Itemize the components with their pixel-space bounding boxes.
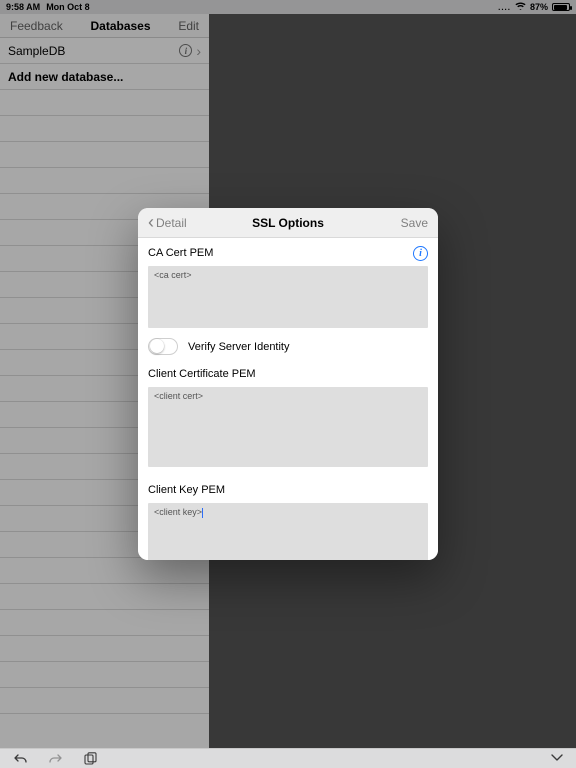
text-cursor: [202, 508, 203, 518]
back-label: Detail: [156, 216, 187, 230]
client-cert-label: Client Certificate PEM: [148, 368, 256, 380]
save-button[interactable]: Save: [401, 216, 428, 230]
client-key-value: <client key>: [154, 507, 202, 517]
client-key-section: Client Key PEM: [138, 475, 438, 501]
ca-cert-value: <ca cert>: [154, 270, 192, 280]
verify-identity-row: Verify Server Identity: [138, 336, 438, 359]
copy-icon[interactable]: [84, 752, 97, 765]
bottom-toolbar: [0, 748, 576, 768]
verify-identity-toggle[interactable]: [148, 338, 178, 355]
redo-icon[interactable]: [48, 752, 64, 765]
undo-icon[interactable]: [12, 752, 28, 765]
client-cert-section: Client Certificate PEM: [138, 359, 438, 385]
ca-cert-section: CA Cert PEM i: [138, 238, 438, 264]
ssl-options-dialog: ‹ Detail SSL Options Save CA Cert PEM i …: [138, 208, 438, 560]
verify-identity-label: Verify Server Identity: [188, 341, 290, 353]
back-button[interactable]: ‹ Detail: [148, 215, 187, 231]
client-key-label: Client Key PEM: [148, 484, 225, 496]
client-cert-input[interactable]: <client cert>: [148, 387, 428, 467]
chevron-left-icon: ‹: [148, 213, 154, 231]
client-key-input[interactable]: <client key>: [148, 503, 428, 560]
dialog-body: CA Cert PEM i <ca cert> Verify Server Id…: [138, 238, 438, 560]
dialog-header: ‹ Detail SSL Options Save: [138, 208, 438, 238]
chevron-down-icon[interactable]: [550, 752, 564, 766]
ca-cert-label: CA Cert PEM: [148, 247, 213, 259]
client-cert-value: <client cert>: [154, 391, 203, 401]
ca-cert-input[interactable]: <ca cert>: [148, 266, 428, 328]
info-icon[interactable]: i: [413, 246, 428, 261]
